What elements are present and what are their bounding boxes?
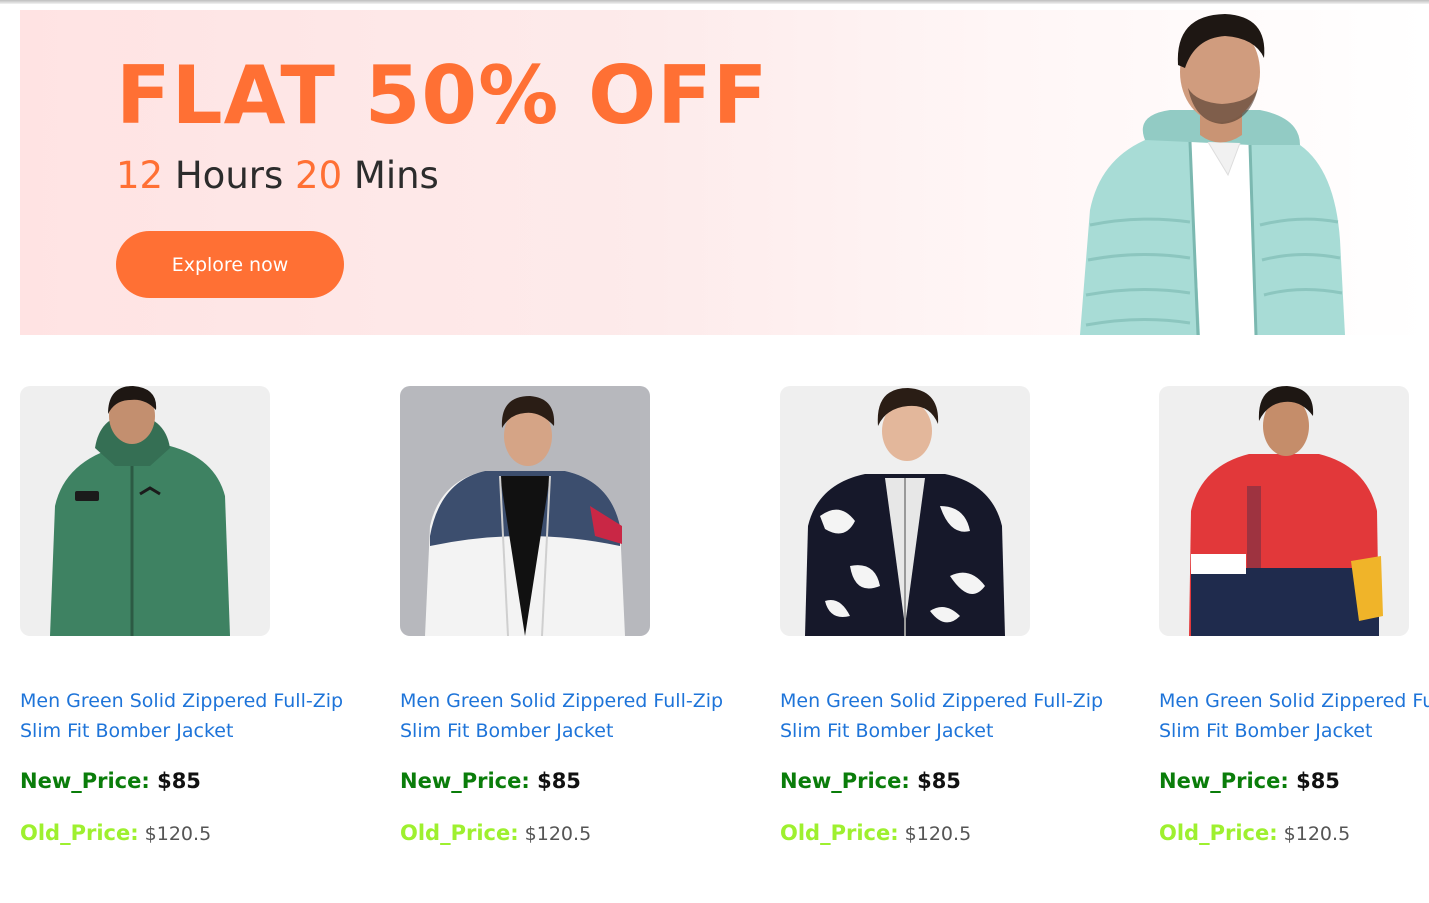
product-card: Men Green Solid Zippered Full-Zip Slim F…: [400, 386, 730, 848]
product-title: Men Green Solid Zippered Full-Zip Slim F…: [400, 690, 724, 742]
product-image: [780, 386, 1030, 636]
old-price-label: Old_Price:: [400, 821, 519, 845]
countdown-hours-label: Hours: [174, 154, 284, 197]
new-price-label: New_Price:: [20, 769, 150, 793]
old-price-value: $120.5: [904, 823, 972, 845]
old-price: Old_Price: $120.5: [1159, 819, 1429, 848]
promo-countdown: 12 Hours 20 Mins: [116, 157, 439, 194]
product-image: [1159, 386, 1409, 636]
product-image-link[interactable]: [20, 386, 270, 636]
product-title: Men Green Solid Zippered Full-Zip Slim F…: [780, 690, 1104, 742]
product-image-link[interactable]: [400, 386, 650, 636]
product-card: Men Green Solid Zippered Full-Zip Slim F…: [20, 386, 350, 848]
old-price-label: Old_Price:: [780, 821, 899, 845]
top-divider: [0, 0, 1429, 4]
product-title: Men Green Solid Zippered Full-Zip Slim F…: [20, 690, 344, 742]
new-price-value: $85: [917, 769, 961, 793]
old-price-value: $120.5: [1283, 823, 1351, 845]
product-image: [400, 386, 650, 636]
product-title: Men Green Solid Zippered Full-Zip Slim F…: [1159, 690, 1429, 742]
product-title-link[interactable]: Men Green Solid Zippered Full-Zip Slim F…: [400, 686, 730, 746]
new-price-label: New_Price:: [1159, 769, 1289, 793]
old-price-label: Old_Price:: [1159, 821, 1278, 845]
promo-headline: FLAT 50% OFF: [116, 49, 769, 142]
product-title-link[interactable]: Men Green Solid Zippered Full-Zip Slim F…: [20, 686, 350, 746]
old-price-value: $120.5: [144, 823, 212, 845]
old-price-value: $120.5: [524, 823, 592, 845]
new-price-value: $85: [1296, 769, 1340, 793]
hero-model-image: [1080, 14, 1345, 335]
new-price: New_Price: $85: [400, 767, 730, 795]
old-price: Old_Price: $120.5: [400, 819, 730, 848]
product-card: Men Green Solid Zippered Full-Zip Slim F…: [780, 386, 1110, 848]
product-card: Men Green Solid Zippered Full-Zip Slim F…: [1159, 386, 1429, 848]
countdown-minutes: 20: [295, 154, 343, 197]
new-price-value: $85: [157, 769, 201, 793]
old-price: Old_Price: $120.5: [780, 819, 1110, 848]
countdown-minutes-label: Mins: [353, 154, 439, 197]
product-title-link[interactable]: Men Green Solid Zippered Full-Zip Slim F…: [780, 686, 1110, 746]
new-price-label: New_Price:: [400, 769, 530, 793]
new-price: New_Price: $85: [1159, 767, 1429, 795]
new-price-label: New_Price:: [780, 769, 910, 793]
new-price: New_Price: $85: [780, 767, 1110, 795]
product-image: [20, 386, 270, 636]
new-price: New_Price: $85: [20, 767, 350, 795]
new-price-value: $85: [537, 769, 581, 793]
explore-now-button[interactable]: Explore now: [116, 231, 344, 298]
old-price-label: Old_Price:: [20, 821, 139, 845]
countdown-hours: 12: [116, 154, 164, 197]
old-price: Old_Price: $120.5: [20, 819, 350, 848]
product-title-link[interactable]: Men Green Solid Zippered Full-Zip Slim F…: [1159, 686, 1429, 746]
product-image-link[interactable]: [1159, 386, 1409, 636]
promo-banner: FLAT 50% OFF 12 Hours 20 Mins Explore no…: [20, 10, 1429, 335]
product-image-link[interactable]: [780, 386, 1030, 636]
